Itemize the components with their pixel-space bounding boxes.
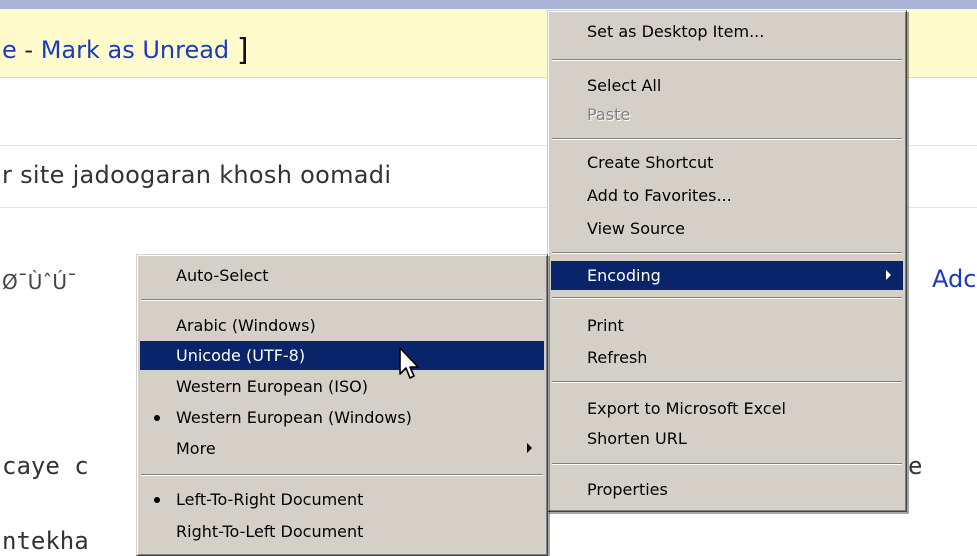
submenu-arrow-icon: [886, 270, 891, 280]
menu-item-shorten-url[interactable]: Shorten URL: [551, 424, 903, 453]
menu-item-arabic-windows[interactable]: Arabic (Windows): [140, 311, 544, 340]
arrow-pointer-icon: [399, 347, 419, 379]
menu-item-western-european-windows-label: Western European (Windows): [176, 408, 412, 427]
menu-item-left-to-right-label: Left-To-Right Document: [176, 490, 364, 509]
menu-separator: [552, 59, 902, 61]
menu-separator: [552, 297, 902, 299]
post-text-line: caye c: [2, 452, 89, 480]
menu-item-western-european-iso[interactable]: Western European (ISO): [140, 372, 544, 401]
menu-item-print[interactable]: Print: [551, 311, 903, 340]
menu-item-western-european-windows[interactable]: Western European (Windows): [140, 403, 544, 432]
banner-bracket: ]: [236, 33, 249, 68]
menu-item-create-shortcut[interactable]: Create Shortcut: [551, 148, 903, 177]
banner-prefix: e: [2, 36, 17, 64]
menu-item-view-source[interactable]: View Source: [551, 214, 903, 243]
menu-item-add-to-favorites[interactable]: Add to Favorites...: [551, 181, 903, 210]
menu-separator: [552, 463, 902, 465]
add-link-label: Adc: [932, 265, 977, 293]
encoding-submenu: Auto-Select Arabic (Windows) Unicode (UT…: [136, 254, 548, 556]
menu-item-encoding-label: Encoding: [587, 266, 661, 285]
menu-item-more[interactable]: More: [140, 434, 544, 463]
submenu-arrow-icon: [527, 443, 532, 453]
menu-item-set-as-desktop-item[interactable]: Set as Desktop Item...: [551, 17, 903, 46]
add-link[interactable]: Adc: [932, 265, 976, 293]
garbled-text: ØˉÙˆÚˉ: [2, 270, 78, 294]
page-top-border: [0, 0, 977, 9]
post-text-line: ntekha: [2, 527, 89, 555]
menu-item-select-all[interactable]: Select All: [551, 71, 903, 100]
menu-separator: [552, 252, 902, 254]
banner-dash: -: [16, 36, 41, 64]
menu-separator: [552, 138, 902, 140]
menu-item-left-to-right[interactable]: Left-To-Right Document: [140, 485, 544, 514]
menu-item-export-to-excel[interactable]: Export to Microsoft Excel: [551, 394, 903, 423]
radio-check-icon: [154, 415, 160, 421]
menu-item-auto-select[interactable]: Auto-Select: [140, 261, 544, 290]
menu-item-right-to-left[interactable]: Right-To-Left Document: [140, 517, 544, 546]
mark-as-unread-link[interactable]: Mark as Unread: [41, 36, 229, 64]
menu-item-refresh[interactable]: Refresh: [551, 343, 903, 372]
post-text-line: e: [908, 452, 923, 480]
banner-text: e - Mark as Unread ]: [2, 31, 249, 68]
post-text-line: r site jadoogaran khosh oomadi: [2, 161, 392, 189]
menu-item-encoding[interactable]: Encoding: [551, 261, 903, 290]
menu-item-more-label: More: [176, 439, 216, 458]
menu-separator: [141, 474, 543, 476]
context-menu: Set as Desktop Item... Select All Paste …: [547, 10, 907, 512]
menu-item-unicode-utf8[interactable]: Unicode (UTF-8): [140, 341, 544, 370]
menu-separator: [552, 381, 902, 383]
menu-item-properties[interactable]: Properties: [551, 475, 903, 504]
radio-check-icon: [154, 497, 160, 503]
menu-separator: [141, 299, 543, 301]
menu-item-paste[interactable]: Paste: [551, 100, 903, 129]
